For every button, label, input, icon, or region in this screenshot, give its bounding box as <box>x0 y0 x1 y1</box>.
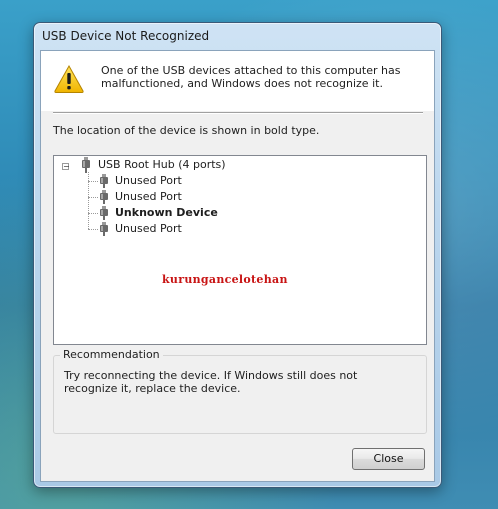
tree-connector <box>88 213 98 214</box>
tree-root-label: USB Root Hub (4 ports) <box>98 158 226 171</box>
recommendation-title: Recommendation <box>60 348 163 361</box>
tree-item-label: Unknown Device <box>115 206 218 219</box>
usb-error-dialog: USB Device Not Recognized One of the USB… <box>33 22 442 488</box>
tree-item-port[interactable]: Unused Port <box>98 189 238 205</box>
collapse-toggle[interactable]: − <box>62 163 70 171</box>
recommendation-group: Recommendation Try reconnecting the devi… <box>53 348 427 434</box>
usb-plug-icon <box>98 190 110 204</box>
tree-item-label: Unused Port <box>115 174 182 187</box>
usb-plug-icon <box>98 206 110 220</box>
window-title: USB Device Not Recognized <box>42 29 210 43</box>
usb-plug-icon <box>98 174 110 188</box>
recommendation-text: Try reconnecting the device. If Windows … <box>64 369 358 395</box>
location-note: The location of the device is shown in b… <box>53 124 320 137</box>
device-tree[interactable]: − USB Root Hub (4 ports) Unused Port Unu… <box>53 155 427 345</box>
tree-item-unknown-device[interactable]: Unknown Device <box>98 205 238 221</box>
dialog-content: One of the USB devices attached to this … <box>40 50 435 482</box>
watermark-text: kurungancelotehan <box>162 273 288 286</box>
usb-plug-icon <box>98 222 110 236</box>
tree-item-port[interactable]: Unused Port <box>98 173 238 189</box>
title-bar[interactable]: USB Device Not Recognized <box>34 23 441 50</box>
message-header: One of the USB devices attached to this … <box>41 51 434 111</box>
warning-icon <box>53 64 85 94</box>
tree-item-port[interactable]: Unused Port <box>98 221 238 237</box>
divider <box>53 112 423 114</box>
error-message: One of the USB devices attached to this … <box>101 64 401 90</box>
tree-item-label: Unused Port <box>115 222 182 235</box>
usb-plug-icon <box>80 157 92 173</box>
tree-connector <box>88 197 98 198</box>
tree-item-label: Unused Port <box>115 190 182 203</box>
tree-root-hub[interactable]: − USB Root Hub (4 ports) <box>54 157 254 173</box>
tree-connector <box>88 181 98 182</box>
close-button[interactable]: Close <box>352 448 425 470</box>
tree-connector <box>88 229 98 230</box>
